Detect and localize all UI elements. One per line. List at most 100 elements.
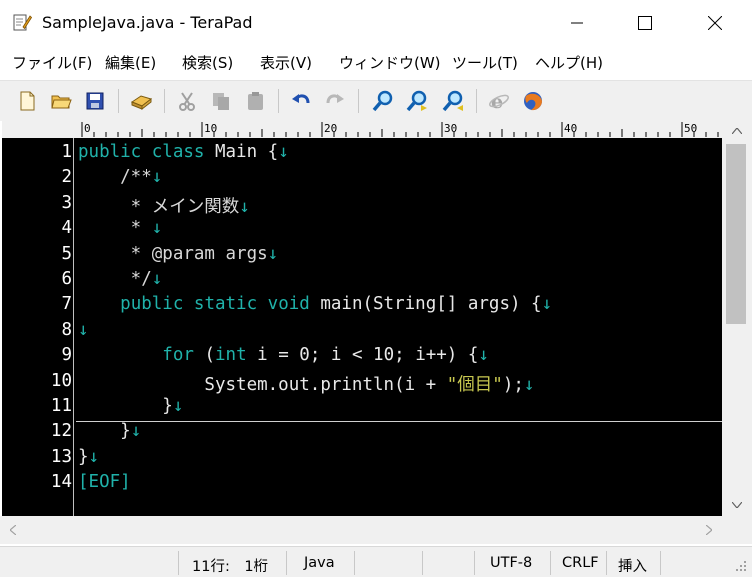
line-break-marker: ↓ [478, 345, 489, 366]
code-token: public class [78, 142, 215, 162]
code-line[interactable]: }↓ [78, 447, 99, 467]
code-line[interactable]: System.out.println(i + "個目");↓ [78, 371, 534, 396]
ruler-label: 40 [564, 122, 577, 135]
title-bar: SampleJava.java - TeraPad [0, 0, 752, 46]
print-button[interactable] [128, 88, 154, 114]
line-number: 2 [61, 167, 72, 188]
line-break-marker: ↓ [130, 421, 142, 442]
maximize-button[interactable] [622, 0, 668, 46]
close-button[interactable] [692, 0, 738, 46]
line-number: 11 [50, 396, 72, 416]
copy-button[interactable] [208, 88, 234, 114]
firefox-browser-button[interactable] [520, 88, 546, 114]
status-bar: 11行: 1桁 Java UTF-8 CRLF 挿入 [0, 546, 752, 577]
resize-grip-icon[interactable] [734, 559, 748, 573]
code-line[interactable]: * メイン関数↓ [78, 193, 250, 218]
cursor-line-indicator [76, 421, 722, 422]
open-button[interactable] [48, 88, 74, 114]
line-break-marker: ↓ [267, 243, 279, 264]
menu-view[interactable]: 表示(V) [260, 52, 312, 73]
ruler-label: 30 [444, 122, 457, 135]
ruler-label: 10 [204, 122, 217, 135]
code-token: } [78, 421, 131, 442]
code-line[interactable]: public class Main {↓ [78, 142, 289, 162]
ie-browser-icon: e [489, 91, 509, 112]
encoding-indicator: UTF-8 [490, 555, 533, 571]
menu-window[interactable]: ウィンドウ(W) [339, 52, 441, 73]
search-prev-button[interactable] [440, 88, 466, 114]
code-line[interactable]: }↓ [78, 396, 183, 416]
code-line[interactable]: for (int i = 0; i < 10; i++) {↓ [78, 345, 489, 365]
menu-edit[interactable]: 編集(E) [105, 52, 156, 73]
line-break-marker: ↓ [523, 374, 535, 395]
print-icon [130, 95, 153, 111]
search-next-icon [406, 90, 427, 112]
copy-icon [213, 93, 229, 110]
code-token: i = 0; i < 10; i++) { [257, 345, 479, 366]
ie-browser-button[interactable]: e [486, 88, 512, 114]
code-token: ( [204, 345, 215, 366]
code-token: public static void [120, 294, 321, 315]
vertical-scroll-thumb[interactable] [726, 144, 746, 324]
maximize-icon [638, 16, 652, 30]
menu-help[interactable]: ヘルプ(H) [535, 52, 603, 73]
menu-search[interactable]: 検索(S) [182, 52, 233, 73]
scroll-right-icon[interactable] [706, 525, 712, 535]
code-line[interactable]: * @param args↓ [78, 243, 279, 264]
menu-tools[interactable]: ツール(T) [452, 52, 518, 73]
line-break-marker: ↓ [541, 294, 553, 315]
code-line[interactable]: /**↓ [78, 167, 162, 187]
menu-file[interactable]: ファイル(F) [12, 52, 92, 73]
new-file-icon [20, 91, 35, 111]
scroll-up-icon[interactable] [732, 128, 742, 134]
paste-button[interactable] [242, 88, 268, 114]
code-token: * @param args [78, 243, 268, 264]
scroll-down-icon[interactable] [732, 502, 742, 508]
line-number: 9 [61, 345, 72, 366]
code-token: } [78, 446, 89, 467]
minimize-button[interactable] [554, 0, 600, 46]
code-line[interactable]: [EOF] [78, 472, 131, 492]
undo-button[interactable] [288, 88, 314, 114]
code-line[interactable]: ↓ [78, 320, 89, 340]
line-number: 7 [61, 294, 72, 315]
code-token: */ [78, 269, 152, 289]
code-line[interactable]: * ↓ [78, 218, 163, 239]
code-token: main(String[] args) { [320, 294, 542, 315]
scroll-left-icon[interactable] [10, 525, 16, 535]
text-editor[interactable]: 1 2 3 4 5 6 7 8 9 10 11 12 13 14 public class Main {↓… [2, 138, 722, 516]
terapad-app-icon [12, 12, 33, 32]
line-number: 5 [61, 243, 72, 264]
code-token: ); [502, 374, 524, 395]
code-line[interactable]: */↓ [78, 269, 163, 289]
cut-icon [179, 92, 195, 111]
code-line[interactable]: }↓ [78, 421, 141, 441]
undo-icon [292, 94, 310, 104]
insert-mode-indicator: 挿入 [618, 559, 647, 575]
horizontal-scrollbar[interactable] [0, 516, 752, 544]
line-break-marker: ↓ [172, 396, 184, 416]
search-button[interactable] [370, 88, 396, 114]
code-token: [EOF] [78, 472, 131, 493]
line-number: 10 [50, 370, 72, 391]
code-token: * メイン関数 [78, 196, 240, 217]
line-number: 3 [61, 192, 72, 213]
code-token: Main { [214, 142, 279, 162]
line-number: 14 [50, 472, 72, 493]
save-button[interactable] [82, 88, 108, 114]
minimize-icon [571, 22, 583, 24]
search-next-button[interactable] [404, 88, 430, 114]
search-prev-icon [442, 90, 463, 112]
line-break-marker: ↓ [78, 319, 89, 340]
line-number: 4 [61, 218, 72, 239]
window-title: SampleJava.java - TeraPad [42, 13, 253, 32]
cut-button[interactable] [174, 88, 200, 114]
code-token: * [78, 218, 152, 239]
line-number: 6 [61, 269, 72, 289]
redo-button[interactable] [322, 88, 348, 114]
menu-bar: ファイル(F) 編集(E) 検索(S) 表示(V) ウィンドウ(W) ツール(T… [0, 46, 752, 78]
new-file-button[interactable] [14, 88, 40, 114]
vertical-scrollbar[interactable] [722, 120, 752, 516]
code-line[interactable]: public static void main(String[] args) {… [78, 294, 552, 314]
